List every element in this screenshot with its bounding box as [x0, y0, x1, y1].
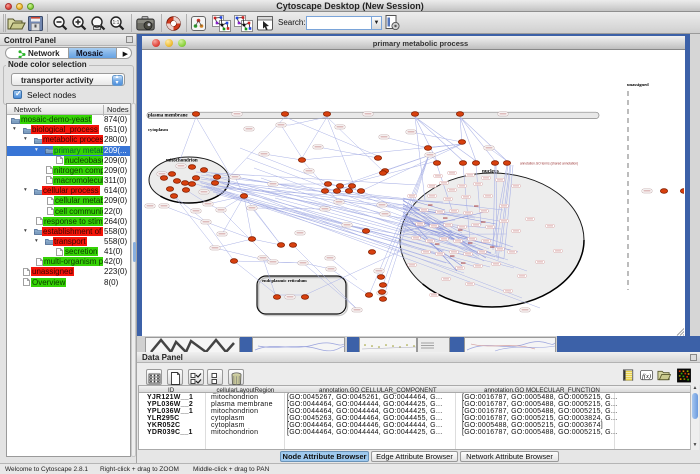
svg-text:annotation.GO terms (shared an: annotation.GO terms (shared annotation) [520, 162, 578, 166]
svg-text:cytoplasm: cytoplasm [148, 127, 168, 132]
svg-text:endoplasmic reticulum: endoplasmic reticulum [262, 278, 307, 283]
svg-text:f(x): f(x) [642, 373, 651, 380]
svg-text:1:1: 1:1 [113, 20, 120, 26]
svg-text:mitochondrion: mitochondrion [166, 159, 198, 164]
svg-text:unassigned: unassigned [627, 82, 649, 87]
svg-text:plasma membrane: plasma membrane [148, 114, 188, 119]
